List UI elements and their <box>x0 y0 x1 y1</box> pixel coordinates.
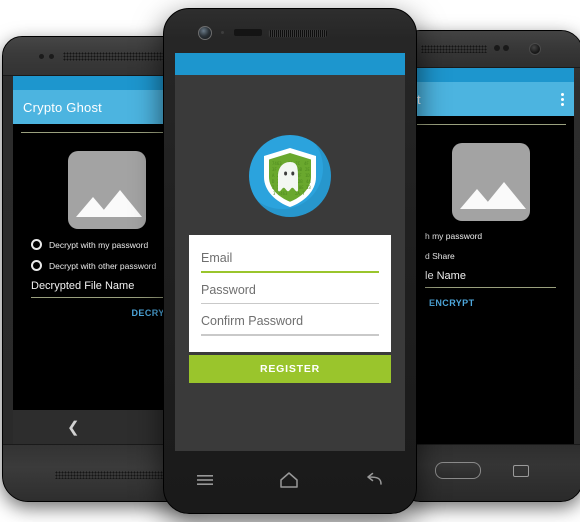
overflow-menu-icon[interactable] <box>561 92 564 106</box>
hamburger-menu-icon[interactable] <box>196 473 214 492</box>
svg-text:2A 7: 2A 7 <box>295 191 305 196</box>
svg-text:4A: 4A <box>306 179 311 184</box>
left-radio-label-2: Decrypt with other password <box>49 260 157 271</box>
encrypt-button[interactable]: ENCRYPT <box>415 288 566 308</box>
confirm-password-field-placeholder: Confirm Password <box>201 314 304 328</box>
back-arrow-icon[interactable] <box>364 472 384 493</box>
right-content-card: h my password d Share le Name ENCRYPT <box>415 124 566 445</box>
right-phone-body: t h my password d Share le Name ENCRYPT <box>398 30 580 502</box>
right-phone-bottom-bezel <box>399 444 580 501</box>
left-app-title: Crypto Ghost <box>23 99 102 115</box>
right-radio-label-1: h my password <box>425 231 483 241</box>
logo-container: 74632A 7C4F 3F 2291 0B2E A 2D 47 4F1D D … <box>175 75 405 217</box>
right-phone-screen: t h my password d Share le Name ENCRYPT <box>407 68 574 445</box>
front-camera-icon <box>39 54 44 59</box>
right-status-bar <box>407 68 574 82</box>
mountain-shape-large <box>481 182 526 209</box>
shield-icon: 74632A 7C4F 3F 2291 0B2E A 2D 47 4F1D D … <box>264 148 316 207</box>
email-field-underline <box>201 271 379 273</box>
front-camera-icon <box>529 43 541 55</box>
center-phone-top-bezel <box>164 9 416 53</box>
right-radio-option-1[interactable]: h my password <box>415 231 566 241</box>
proximity-sensor-icon <box>49 54 54 59</box>
confirm-password-field-underline <box>201 334 379 336</box>
home-icon[interactable] <box>279 471 299 494</box>
svg-text:33: 33 <box>306 185 311 190</box>
svg-text:1D: 1D <box>305 173 310 178</box>
email-field-placeholder: Email <box>201 251 233 265</box>
confirm-password-field[interactable]: Confirm Password <box>201 308 379 340</box>
register-body: 74632A 7C4F 3F 2291 0B2E A 2D 47 4F1D D … <box>175 75 405 451</box>
mountain-shape-large <box>98 190 142 217</box>
radio-button-icon[interactable] <box>31 260 42 271</box>
right-radio-option-2[interactable]: d Share <box>415 251 566 261</box>
svg-text:2E: 2E <box>305 167 310 172</box>
password-field-placeholder: Password <box>201 282 256 297</box>
recents-key-icon[interactable] <box>513 465 529 477</box>
svg-text:4F: 4F <box>304 161 309 166</box>
right-app-title: t <box>417 91 421 107</box>
center-phone-screen: 74632A 7C4F 3F 2291 0B2E A 2D 47 4F1D D … <box>175 53 405 451</box>
left-radio-label-1: Decrypt with my password <box>49 239 149 250</box>
register-screen: 74632A 7C4F 3F 2291 0B2E A 2D 47 4F1D D … <box>175 53 405 451</box>
password-field-underline <box>201 302 379 304</box>
proximity-sensor-icon <box>494 45 500 51</box>
right-app-content: h my password d Share le Name ENCRYPT <box>407 124 574 445</box>
password-field[interactable]: Password <box>201 277 379 309</box>
bottom-speaker-icon <box>55 471 175 479</box>
right-phone-top-bezel <box>399 31 580 68</box>
ghost-shield-logo: 74632A 7C4F 3F 2291 0B2E A 2D 47 4F1D D … <box>249 135 331 217</box>
register-form-card: Email Password Confirm Password <box>189 235 391 352</box>
image-placeholder-icon[interactable] <box>451 143 530 221</box>
right-filename-input[interactable]: le Name <box>415 270 566 282</box>
light-sensor-icon <box>234 29 262 36</box>
earpiece-speaker-icon <box>268 29 328 38</box>
right-phone-device: t h my password d Share le Name ENCRYPT <box>398 30 580 502</box>
home-button[interactable] <box>435 462 481 479</box>
earpiece-speaker-icon <box>421 45 487 53</box>
proximity-sensor-icon <box>221 31 224 34</box>
right-app-bar: t <box>407 82 574 116</box>
svg-text:7463: 7463 <box>272 161 282 166</box>
right-radio-label-2: d Share <box>425 251 455 261</box>
light-sensor-icon <box>503 45 509 51</box>
email-field[interactable]: Email <box>201 245 379 277</box>
radio-button-icon[interactable] <box>31 239 42 250</box>
svg-text:3 7463: 3 7463 <box>273 191 288 196</box>
front-camera-icon <box>198 26 212 40</box>
center-status-bar <box>175 53 405 75</box>
back-chevron-icon[interactable]: ❮ <box>67 420 80 435</box>
center-phone-body: 74632A 7C4F 3F 2291 0B2E A 2D 47 4F1D D … <box>163 8 417 514</box>
image-placeholder-icon[interactable] <box>68 151 146 229</box>
center-phone-device: 74632A 7C4F 3F 2291 0B2E A 2D 47 4F1D D … <box>163 8 417 514</box>
center-navigation-bar <box>164 451 416 513</box>
screenshot-stage: Crypto Ghost Decrypt with my password De… <box>0 0 580 522</box>
register-button[interactable]: REGISTER <box>189 355 391 383</box>
